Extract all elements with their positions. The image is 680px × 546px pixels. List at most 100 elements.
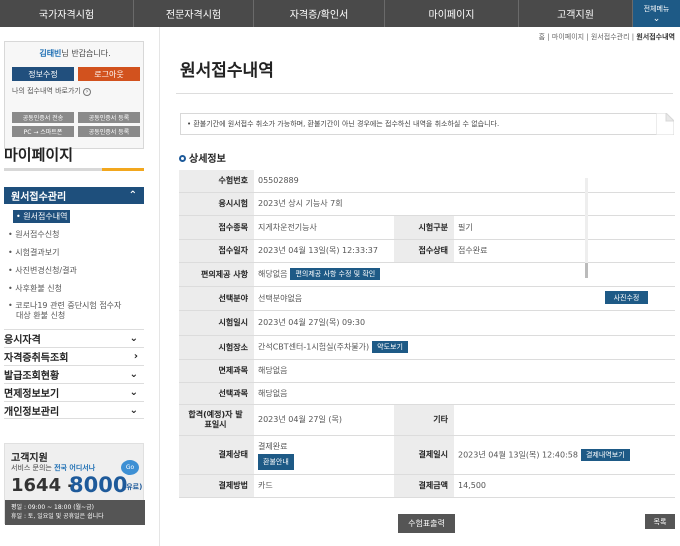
etc-value [454,404,675,436]
cell-label: 수험번호 [179,170,254,193]
support-phone-prefix: 1644 - [11,475,75,496]
menu-label: 개인정보관리 [4,406,60,418]
print-ticket-button[interactable]: 수험표출력 [398,514,455,533]
sidebar-item-refund[interactable]: • 사후환불 신청 [8,283,62,294]
breadcrumb: 홈 | 마이페이지 | 원서접수관리 | 원서접수내역 [480,32,675,42]
cell-label: 결제상태 [179,435,254,475]
column-divider [159,27,160,546]
cert-pc-to-phone-button[interactable]: PC → 스마트폰 [12,126,74,137]
pay-amount-value: 14,500 [454,474,675,498]
support-phone-number: 8000 [69,473,128,497]
left-sidebar: 김태빈님 반갑습니다. 정보수정 로그아웃 나의 접수내역 바로가기 › 공동인… [0,27,152,546]
cell-label: 면제과목 [179,359,254,383]
user-greeting: 김태빈님 반갑습니다. [5,48,145,59]
cell-label: 시험구분 [394,215,454,240]
arrow-right-icon: › [83,88,92,96]
table-row: 결제방법 카드 결제금액 14,500 [179,474,675,498]
edit-info-button[interactable]: 정보수정 [12,67,74,81]
pay-date-value: 2023년 04월 13일(목) 12:40:58 결제내역보기 [454,435,675,475]
payment-detail-button[interactable]: 결제내역보기 [580,448,630,461]
circle-bullet-icon [179,155,186,162]
cell-label: 편의제공 사항 [179,262,254,287]
sidebar-item-label-2: 대상 환불 신청 [16,311,66,320]
cert-register-button-2[interactable]: 공동인증서 등록 [78,126,140,137]
cert-transfer-button[interactable]: 공동인증서 전송 [12,112,74,123]
menu-label: 면제정보보기 [4,389,60,400]
sidebar-menu-issue-status[interactable]: 발급조회현황 ⌄ [4,365,144,383]
date-value: 2023년 04월 13일(목) 12:33:37 [254,239,394,263]
sidebar-section-label: 원서접수관리 [11,192,67,203]
chevron-down-icon: ⌄ [129,387,138,398]
photo-scrollbar[interactable] [585,178,588,278]
sidebar-item-label: 사진변경신청/결과 [15,266,77,275]
sidebar-menu-qualification[interactable]: 응시자격 ⌄ [4,329,144,347]
nav-tab-national-exam[interactable]: 국가자격시험 [0,0,134,27]
sidebar-section-application[interactable]: 원서접수관리 ⌃ [4,187,144,204]
map-button[interactable]: 약도보기 [372,341,408,353]
top-nav: 국가자격시험 전문자격시험 자격증/확인서 마이페이지 고객지원 전체메뉴 ⌄ [0,0,680,27]
sidebar-item-corona-refund[interactable]: • 코로나19 관련 중단시험 접수자 대상 환불 신청 [8,301,121,321]
item-value: 지게차운전기능사 [254,215,394,240]
table-row: 시험장소 간석CBT센터-1시험실(주차불가) 약도보기 [179,335,675,360]
pass-date-value: 2023년 04월 27일 (목) [254,404,394,436]
sidebar-menu-personal-info[interactable]: 개인정보관리 ⌄ [4,401,144,419]
sidebar-item-application-request[interactable]: • 원서접수신청 [8,229,59,240]
cell-label: 결제일시 [394,435,454,475]
exam-place-value: 간석CBT센터-1시험실(주차불가) 약도보기 [254,335,675,360]
section-title: 상세정보 [179,150,226,165]
logout-button[interactable]: 로그아웃 [78,67,140,81]
convenience-edit-button[interactable]: 편의제공 사항 수정 및 확인 [290,268,381,280]
sidebar-item-photo-change[interactable]: • 사진변경신청/결과 [8,265,77,276]
menu-label: 자격증취득조회 [4,353,69,364]
cell-label: 응시시험 [179,192,254,216]
nav-tab-mypage[interactable]: 마이페이지 [385,0,519,27]
pay-status-value: 결제완료 환불안내 [254,435,394,475]
cell-label: 접수상태 [394,239,454,263]
cert-register-button[interactable]: 공동인증서 등록 [78,112,140,123]
table-row: 합격(예정)자 발 표일시 2023년 04월 27일 (목) 기타 [179,404,675,436]
menu-label: 발급조회현황 [4,371,60,382]
exempt-value: 해당없음 [254,359,675,383]
sidebar-item-label: 원서접수신청 [15,230,60,239]
cell-label: 시험장소 [179,335,254,360]
breadcrumb-current: 원서접수내역 [636,33,675,41]
page-fold-icon [656,113,674,135]
refund-guide-button[interactable]: 환불안내 [258,453,294,470]
photo-edit-button[interactable]: 사진수정 [605,291,648,304]
cell-label: 선택분야 [179,286,254,311]
refund-notice: • 환불기간에 원서접수 취소가 가능하며, 환불기간이 아닌 경우에는 접수하… [180,113,660,135]
cell-label: 결제방법 [179,474,254,498]
support-phone-fee: (유료) [123,483,143,491]
photo-area [577,171,675,310]
sidebar-item-label: 원서접수내역 [23,212,68,221]
greeting-suffix: 님 반갑습니다. [61,49,111,58]
sidebar-menu-cert-lookup[interactable]: 자격증취득조회 › [4,347,144,365]
cell-label: 결제금액 [394,474,454,498]
sidebar-item-application-history[interactable]: • 원서접수내역 [13,210,71,223]
all-menu-button[interactable]: 전체메뉴 ⌄ [633,0,680,27]
breadcrumb-path[interactable]: 홈 | 마이페이지 | 원서접수관리 | [539,33,637,41]
sidebar-item-label: 시험결과보기 [15,248,60,257]
page-title: 원서접수내역 [180,61,274,81]
sidebar-item-label: 사후환불 신청 [15,284,62,293]
chevron-down-icon: ⌄ [129,404,138,416]
quick-link[interactable]: 나의 접수내역 바로가기 › [12,86,92,96]
chevron-down-icon: ⌄ [129,333,138,344]
subject-value: 해당없음 [254,382,675,405]
sidebar-item-exam-result[interactable]: • 시험결과보기 [8,247,59,258]
support-box: 고객지원 서비스 문의는 전국 어디서나 Go 1644 - 8000 (유료)… [4,443,145,525]
sidebar-title-underline [4,168,144,171]
nav-tab-professional-exam[interactable]: 전문자격시험 [134,0,254,27]
table-row: 결제상태 결제완료 환불안내 결제일시 2023년 04월 13일(목) 12:4… [179,435,675,475]
cell-label: 시험일시 [179,310,254,336]
table-row: 선택과목 해당없음 [179,382,675,405]
quick-link-label: 나의 접수내역 바로가기 [12,87,81,95]
cell-label: 합격(예정)자 발 표일시 [179,404,254,436]
support-hours: 평일 : 09:00 ~ 18:00 (월~금) 휴일 : 토, 일요일 및 공휴… [5,500,145,525]
sidebar-menu-exemption[interactable]: 면제정보보기 ⌄ [4,383,144,401]
chevron-down-icon: ⌄ [129,369,138,380]
nav-tab-certificate[interactable]: 자격증/확인서 [254,0,385,27]
nav-tab-support[interactable]: 고객지원 [519,0,633,27]
cell-label: 선택과목 [179,382,254,405]
list-button[interactable]: 목록 [645,514,675,529]
